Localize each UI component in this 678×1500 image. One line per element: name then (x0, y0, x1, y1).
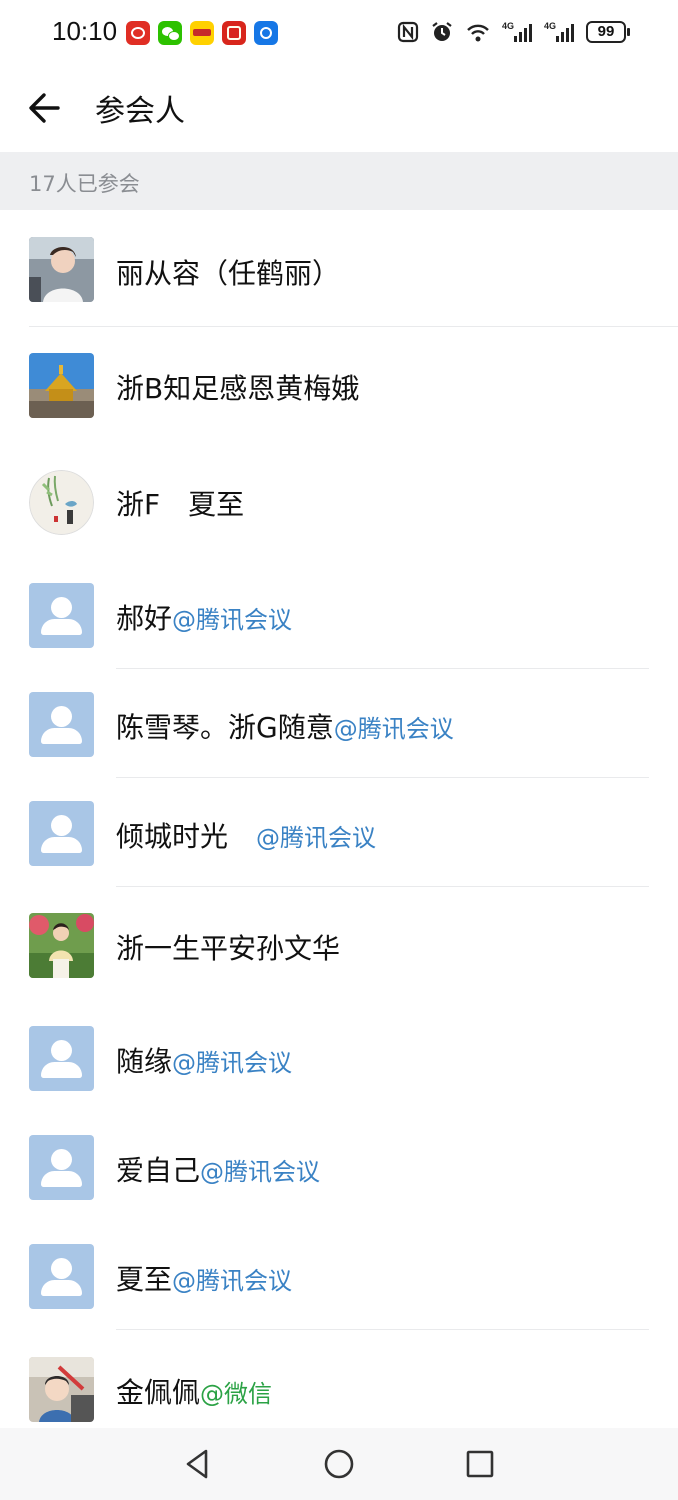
nfc-icon (396, 20, 420, 44)
back-triangle-icon (186, 1449, 208, 1479)
svg-text:4G: 4G (502, 21, 514, 31)
list-item[interactable]: 郝好@腾讯会议 (0, 560, 678, 669)
list-item[interactable]: 倾城时光 @腾讯会议 (0, 778, 678, 887)
participant-name: 随缘@腾讯会议 (116, 1045, 293, 1078)
participant-count: 17人已参会 (29, 172, 140, 196)
participant-name: 浙一生平安孙文华 (116, 932, 341, 965)
default-avatar-icon (29, 583, 94, 648)
pinduoduo-icon (126, 21, 150, 45)
arrow-left-icon (29, 93, 60, 123)
header: 参会人 (0, 64, 678, 152)
list-item[interactable]: 随缘@腾讯会议 (0, 1003, 678, 1112)
list-item[interactable]: 浙B知足感恩黄梅娥 (0, 327, 678, 443)
wechat-icon (158, 21, 182, 45)
list-item[interactable]: 丽从容（任鹤丽） (0, 210, 678, 327)
avatar (29, 470, 94, 535)
default-avatar-icon (29, 1244, 94, 1309)
participant-name: 陈雪琴。浙G随意@腾讯会议 (116, 711, 454, 744)
system-status-icons: 4G 4G 99 (396, 20, 630, 44)
participant-name: 浙B知足感恩黄梅娥 (116, 372, 360, 405)
alarm-icon (430, 20, 454, 44)
participant-name: 夏至@腾讯会议 (116, 1263, 293, 1296)
participant-name: 倾城时光 @腾讯会议 (116, 820, 377, 853)
battery-indicator: 99 (586, 21, 630, 43)
avatar (29, 353, 94, 418)
avatar (29, 237, 94, 302)
signal-4g-icon: 4G (544, 20, 576, 44)
taobao-icon (222, 21, 246, 45)
participant-name: 爱自己@腾讯会议 (116, 1154, 321, 1187)
status-time: 10:10 (52, 16, 118, 46)
list-item[interactable]: 夏至@腾讯会议 (0, 1221, 678, 1330)
avatar (29, 913, 94, 978)
nav-recents-button[interactable] (462, 1446, 498, 1482)
default-avatar-icon (29, 692, 94, 757)
default-avatar-icon (29, 801, 94, 866)
participant-count-bar: 17人已参会 (0, 152, 678, 210)
participant-name: 浙F 夏至 (116, 488, 245, 521)
status-bar: 10:10 4G 4G 99 (0, 0, 678, 64)
list-item[interactable]: 陈雪琴。浙G随意@腾讯会议 (0, 669, 678, 778)
nav-home-button[interactable] (321, 1446, 357, 1482)
list-item[interactable]: 浙F 夏至 (0, 443, 678, 560)
avatar (29, 1357, 94, 1422)
meituan-icon (190, 21, 214, 45)
back-button[interactable] (24, 88, 64, 128)
list-item[interactable]: 爱自己@腾讯会议 (0, 1112, 678, 1221)
default-avatar-icon (29, 1135, 94, 1200)
page-title: 参会人 (95, 94, 185, 129)
recents-square-icon (466, 1450, 494, 1478)
participant-name: 金佩佩@微信 (116, 1376, 273, 1409)
system-navigation-bar (0, 1428, 678, 1500)
default-avatar-icon (29, 1026, 94, 1091)
nav-back-button[interactable] (180, 1446, 216, 1482)
home-circle-icon (324, 1449, 354, 1479)
participant-name: 丽从容（任鹤丽） (116, 257, 341, 290)
signal-4g-icon: 4G (502, 20, 534, 44)
participant-name: 郝好@腾讯会议 (116, 602, 293, 635)
svg-text:4G: 4G (544, 21, 556, 31)
list-item[interactable]: 金佩佩@微信 (0, 1330, 678, 1430)
notification-icons (126, 21, 278, 45)
browser-icon (254, 21, 278, 45)
list-item[interactable]: 浙一生平安孙文华 (0, 887, 678, 1003)
wifi-icon (464, 20, 492, 44)
